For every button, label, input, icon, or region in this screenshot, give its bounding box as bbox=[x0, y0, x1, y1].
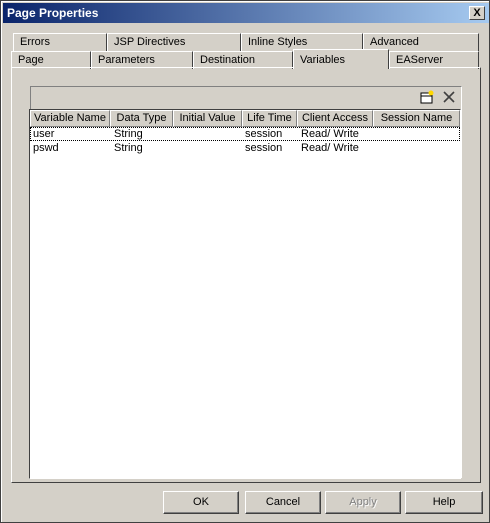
close-icon: X bbox=[473, 7, 481, 19]
cancel-button[interactable]: Cancel bbox=[245, 491, 321, 514]
column-header-variable-name[interactable]: Variable Name bbox=[30, 110, 110, 127]
new-row-icon bbox=[420, 90, 434, 104]
cell-data-type[interactable]: String bbox=[114, 141, 143, 155]
column-header-client-access[interactable]: Client Access bbox=[297, 110, 373, 127]
ok-button[interactable]: OK bbox=[163, 491, 239, 514]
cell-life-time[interactable]: session bbox=[245, 127, 282, 141]
column-header-data-type[interactable]: Data Type bbox=[110, 110, 173, 127]
help-button[interactable]: Help bbox=[405, 491, 483, 514]
delete-icon bbox=[443, 91, 455, 103]
variables-grid[interactable]: Variable Name Data Type Initial Value Li… bbox=[29, 109, 461, 479]
cell-variable-name[interactable]: pswd bbox=[33, 141, 59, 155]
close-button[interactable]: X bbox=[469, 6, 485, 20]
title-bar[interactable]: Page Properties X bbox=[3, 3, 489, 23]
table-row[interactable]: user String session Read/ Write bbox=[30, 127, 460, 141]
page-properties-dialog: Page Properties X Errors JSP Directives … bbox=[0, 0, 490, 523]
cell-client-access[interactable]: Read/ Write bbox=[301, 127, 359, 141]
grid-toolbar bbox=[30, 87, 461, 107]
cell-client-access[interactable]: Read/ Write bbox=[301, 141, 359, 155]
dialog-title: Page Properties bbox=[7, 6, 99, 20]
tab-variables[interactable]: Variables bbox=[293, 49, 389, 69]
new-row-button[interactable] bbox=[418, 89, 436, 105]
tab-jsp-directives[interactable]: JSP Directives bbox=[107, 33, 241, 51]
column-header-session-name[interactable]: Session Name bbox=[373, 110, 460, 127]
apply-button[interactable]: Apply bbox=[325, 491, 401, 514]
cell-variable-name[interactable]: user bbox=[33, 127, 54, 141]
cell-data-type[interactable]: String bbox=[114, 127, 143, 141]
table-row[interactable]: pswd String session Read/ Write bbox=[30, 141, 460, 155]
delete-row-button[interactable] bbox=[440, 89, 458, 105]
column-header-initial-value[interactable]: Initial Value bbox=[173, 110, 242, 127]
tab-errors[interactable]: Errors bbox=[13, 33, 107, 51]
column-header-life-time[interactable]: Life Time bbox=[242, 110, 297, 127]
cell-life-time[interactable]: session bbox=[245, 141, 282, 155]
